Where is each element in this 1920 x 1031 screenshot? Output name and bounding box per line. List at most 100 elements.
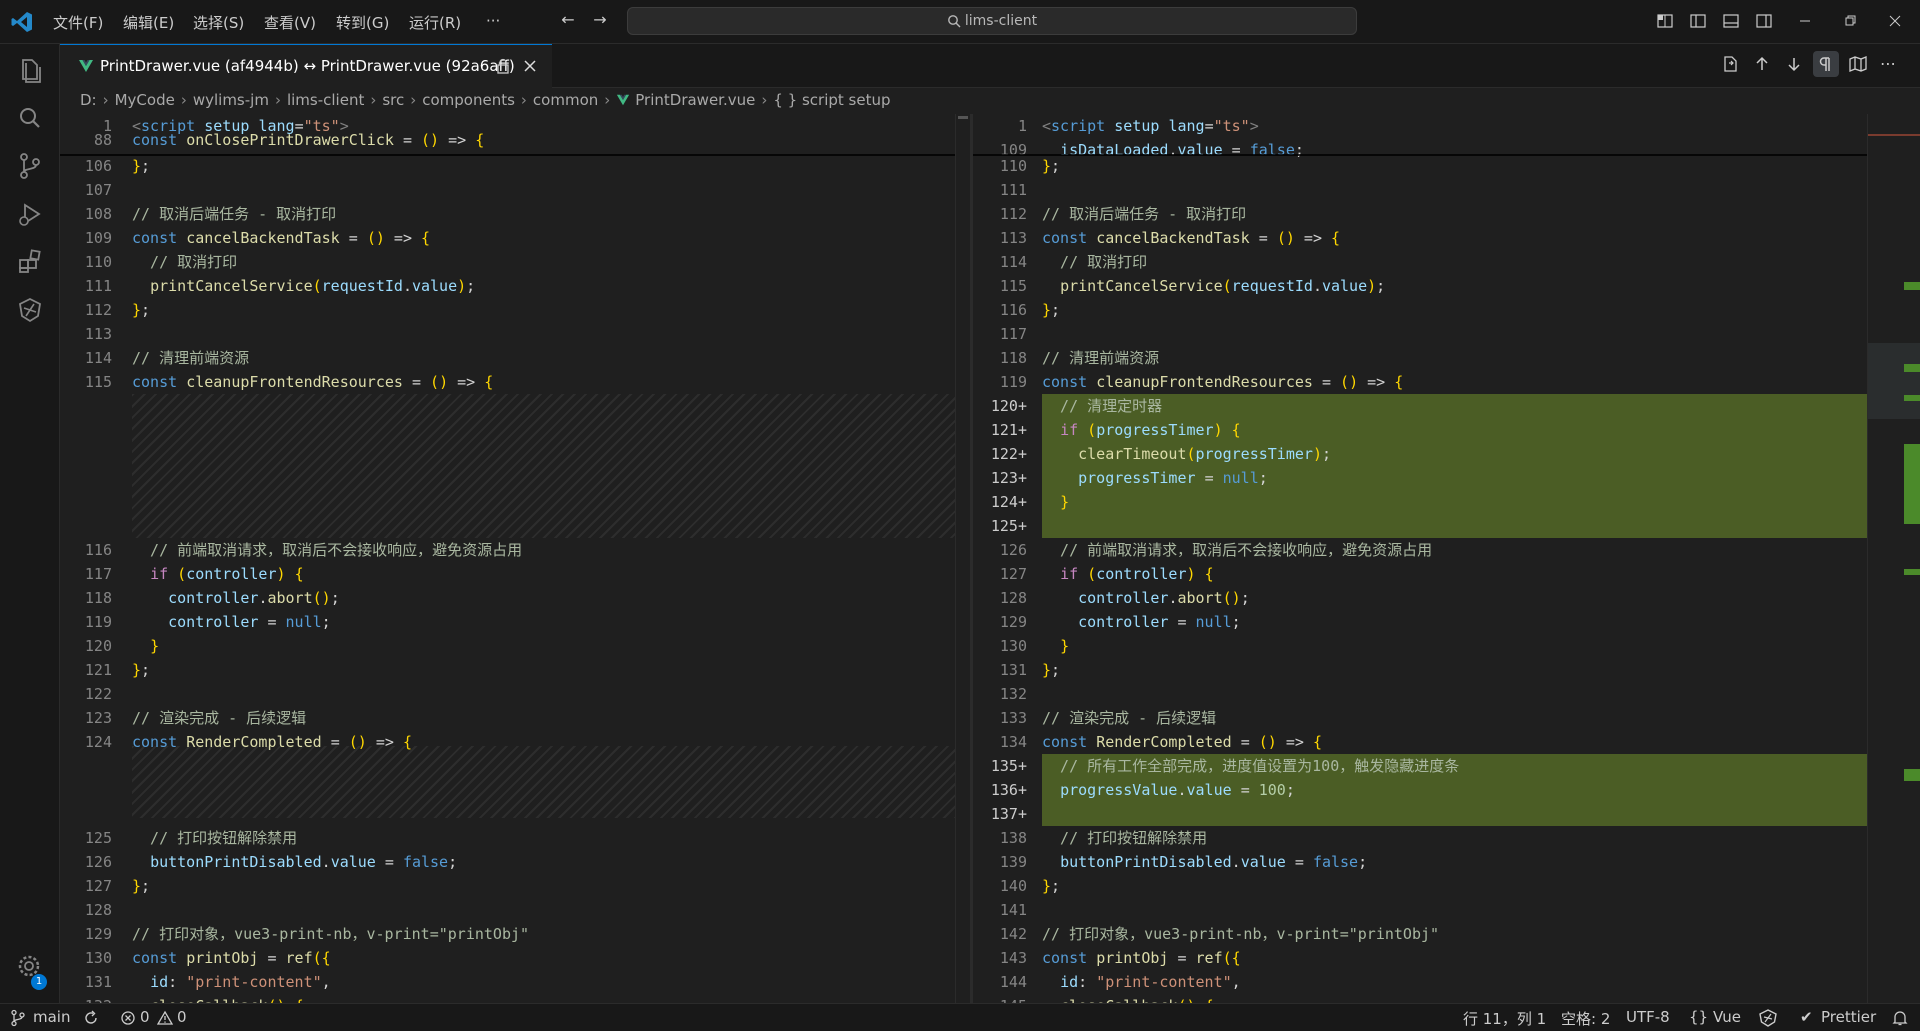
extensions-icon[interactable] bbox=[12, 244, 48, 280]
code-line[interactable]: 114 // 清理前端资源 bbox=[60, 346, 955, 370]
close-window-icon[interactable] bbox=[1886, 12, 1904, 30]
run-debug-icon[interactable] bbox=[12, 196, 48, 232]
code-line[interactable]: 144 id: "print-content", bbox=[973, 970, 1867, 994]
toggle-primary-sidebar-icon[interactable] bbox=[1689, 12, 1707, 30]
code-line[interactable]: 115 printCancelService(requestId.value); bbox=[973, 274, 1867, 298]
minimize-icon[interactable] bbox=[1796, 12, 1814, 30]
source-control-icon[interactable] bbox=[12, 148, 48, 184]
warning-icon[interactable] bbox=[157, 1010, 173, 1026]
warning-count[interactable]: 0 bbox=[177, 1008, 187, 1026]
error-icon[interactable] bbox=[120, 1010, 136, 1026]
code-line[interactable]: 114 // 取消打印 bbox=[973, 250, 1867, 274]
code-line[interactable]: 125 // 打印按钮解除禁用 bbox=[60, 826, 955, 850]
code-line[interactable]: 130 } bbox=[973, 634, 1867, 658]
code-line[interactable]: 110}; bbox=[973, 154, 1867, 178]
code-line[interactable]: 121+ if (progressTimer) { bbox=[973, 418, 1867, 442]
indentation[interactable]: 空格: 2 bbox=[1561, 1008, 1610, 1029]
code-line[interactable]: 135+ // 所有工作全部完成，进度值设置为100，触发隐藏进度条 bbox=[973, 754, 1867, 778]
code-line[interactable]: 129 // 打印对象，vue3-print-nb，v-print="printO… bbox=[60, 922, 955, 946]
code-line[interactable]: 116 // 前端取消请求，取消后不会接收响应，避免资源占用 bbox=[60, 538, 955, 562]
breadcrumb-item[interactable]: MyCode bbox=[115, 91, 175, 109]
code-line[interactable]: 136+ progressValue.value = 100; bbox=[973, 778, 1867, 802]
menu-view[interactable]: 查看(V) bbox=[264, 12, 316, 33]
code-line[interactable]: 126 // 前端取消请求，取消后不会接收响应，避免资源占用 bbox=[973, 538, 1867, 562]
code-line[interactable]: 110 // 取消打印 bbox=[60, 250, 955, 274]
code-line[interactable]: 142 // 打印对象，vue3-print-nb，v-print="printO… bbox=[973, 922, 1867, 946]
diff-modified-pane[interactable]: 1 <script setup lang="ts"> 109 isDataLoade… bbox=[973, 114, 1882, 1003]
code-line[interactable]: 141 bbox=[973, 898, 1867, 922]
breadcrumb-item[interactable]: PrintDrawer.vue bbox=[635, 91, 755, 109]
code-line[interactable]: 128 controller.abort(); bbox=[973, 586, 1867, 610]
code-line[interactable]: 115 const cleanupFrontendResources = () =… bbox=[60, 370, 955, 394]
menu-edit[interactable]: 编辑(E) bbox=[123, 12, 174, 33]
breadcrumb-item[interactable]: components bbox=[422, 91, 515, 109]
code-line[interactable]: 124+ } bbox=[973, 490, 1867, 514]
breadcrumb-item[interactable]: { } script setup bbox=[773, 91, 890, 109]
copilot-status-icon[interactable] bbox=[1758, 1009, 1778, 1027]
customize-layout-icon[interactable] bbox=[1656, 12, 1674, 30]
diff-original-pane[interactable]: 1 <script setup lang="ts"> 88 const onClose… bbox=[60, 114, 970, 1003]
notifications-bell-icon[interactable] bbox=[1891, 1009, 1909, 1027]
sync-icon[interactable] bbox=[82, 1009, 100, 1027]
code-line[interactable]: 130 const printObj = ref({ bbox=[60, 946, 955, 970]
code-line[interactable]: 138 // 打印按钮解除禁用 bbox=[973, 826, 1867, 850]
menu-goto[interactable]: 转到(G) bbox=[336, 12, 389, 33]
code-line[interactable]: 106}; bbox=[60, 154, 955, 178]
cursor-position[interactable]: 行 11，列 1 bbox=[1463, 1008, 1546, 1029]
code-line[interactable]: 127}; bbox=[60, 874, 955, 898]
code-line[interactable]: 120+ // 清理定时器 bbox=[973, 394, 1867, 418]
code-line[interactable]: 129 controller = null; bbox=[973, 610, 1867, 634]
code-line[interactable]: 120 } bbox=[60, 634, 955, 658]
code-line[interactable]: 133 // 渲染完成 - 后续逻辑 bbox=[973, 706, 1867, 730]
breadcrumb-item[interactable]: common bbox=[533, 91, 598, 109]
code-line[interactable]: 131 id: "print-content", bbox=[60, 970, 955, 994]
code-line[interactable]: 111 printCancelService(requestId.value); bbox=[60, 274, 955, 298]
more-actions-icon[interactable]: ⋯ bbox=[1880, 54, 1896, 73]
breadcrumb-item[interactable]: lims-client bbox=[287, 91, 364, 109]
code-line[interactable]: 122 bbox=[60, 682, 955, 706]
code-line[interactable]: 118 controller.abort(); bbox=[60, 586, 955, 610]
code-line[interactable]: 132 bbox=[973, 682, 1867, 706]
code-line[interactable]: 139 buttonPrintDisabled.value = false; bbox=[973, 850, 1867, 874]
code-line[interactable]: 122+ clearTimeout(progressTimer); bbox=[973, 442, 1867, 466]
open-file-icon[interactable] bbox=[1720, 54, 1740, 74]
code-line[interactable]: 131}; bbox=[973, 658, 1867, 682]
show-whitespace-toggle[interactable] bbox=[1813, 51, 1839, 77]
explorer-icon[interactable] bbox=[12, 52, 48, 88]
code-line[interactable]: 134 const RenderCompleted = () => { bbox=[973, 730, 1867, 754]
left-scrollbar[interactable] bbox=[955, 114, 970, 1003]
code-line[interactable]: 107 bbox=[60, 178, 955, 202]
code-line[interactable]: 117 bbox=[973, 322, 1867, 346]
code-line[interactable]: 128 bbox=[60, 898, 955, 922]
code-line[interactable]: 140}; bbox=[973, 874, 1867, 898]
code-line[interactable]: 126 buttonPrintDisabled.value = false; bbox=[60, 850, 955, 874]
error-count[interactable]: 0 bbox=[140, 1008, 150, 1026]
restore-icon[interactable] bbox=[1841, 12, 1859, 30]
code-line[interactable]: 112 // 取消后端任务 - 取消打印 bbox=[973, 202, 1867, 226]
code-line[interactable]: 124 const RenderCompleted = () => { bbox=[60, 730, 955, 754]
code-line[interactable]: 132 closeCallback() { bbox=[60, 994, 955, 1003]
previous-change-icon[interactable] bbox=[1752, 54, 1772, 74]
inline-view-icon[interactable] bbox=[1848, 54, 1868, 74]
tab-close-icon[interactable] bbox=[522, 58, 538, 74]
menu-selection[interactable]: 选择(S) bbox=[193, 12, 244, 33]
toggle-secondary-sidebar-icon[interactable] bbox=[1755, 12, 1773, 30]
code-line[interactable]: 111 bbox=[973, 178, 1867, 202]
code-line[interactable]: 113 bbox=[60, 322, 955, 346]
code-line[interactable]: 145 closeCallback() { bbox=[973, 994, 1867, 1003]
code-line[interactable]: 125+ bbox=[973, 514, 1867, 538]
branch-name[interactable]: main bbox=[33, 1008, 70, 1026]
code-line[interactable]: 143 const printObj = ref({ bbox=[973, 946, 1867, 970]
prettier-status[interactable]: Prettier bbox=[1821, 1008, 1876, 1026]
menu-more[interactable]: ··· bbox=[486, 12, 500, 30]
nav-forward-icon[interactable]: → bbox=[588, 10, 612, 29]
toggle-panel-icon[interactable] bbox=[1722, 12, 1740, 30]
command-center-search[interactable]: lims-client bbox=[627, 7, 1357, 35]
menu-run[interactable]: 运行(R) bbox=[409, 12, 461, 33]
search-view-icon[interactable] bbox=[12, 100, 48, 136]
breadcrumb-item[interactable]: D: bbox=[80, 91, 97, 109]
next-change-icon[interactable] bbox=[1784, 54, 1804, 74]
code-line[interactable]: 123 // 渲染完成 - 后续逻辑 bbox=[60, 706, 955, 730]
code-line[interactable]: 1 <script setup lang="ts"> bbox=[973, 114, 1867, 138]
tab-printdrawer-diff[interactable]: PrintDrawer.vue (af4944b) ↔ PrintDrawer.… bbox=[60, 44, 552, 88]
